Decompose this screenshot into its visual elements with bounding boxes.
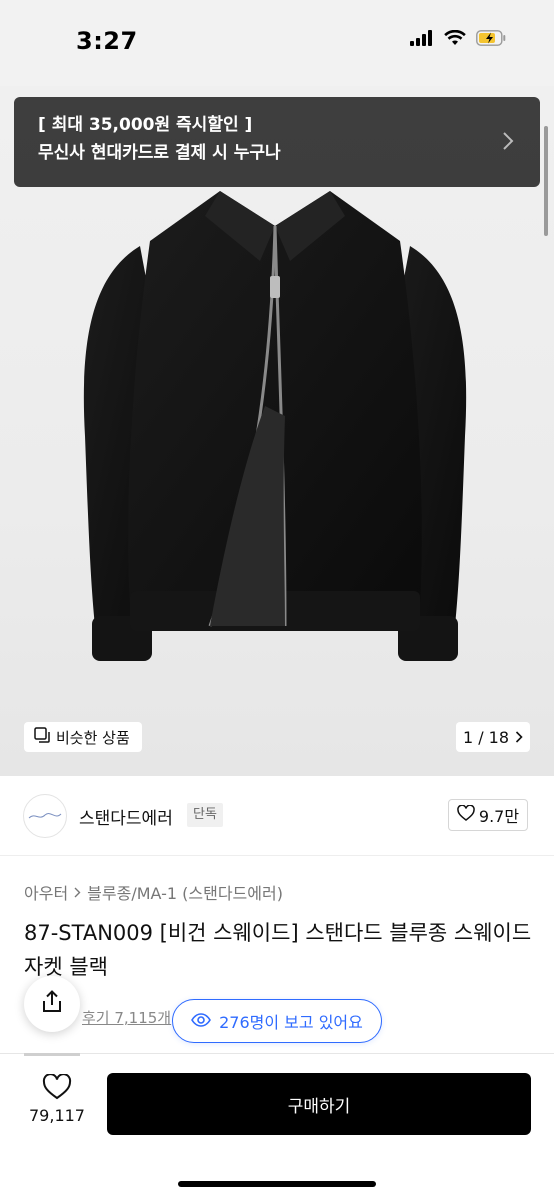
brand-name[interactable]: 스탠다드에러 — [79, 804, 173, 829]
home-indicator[interactable] — [178, 1181, 376, 1187]
brand-logo[interactable] — [23, 794, 67, 838]
wishlist-button[interactable]: 79,117 — [24, 1073, 90, 1125]
heart-icon — [42, 1073, 72, 1104]
status-icons — [410, 29, 506, 50]
promo-banner[interactable]: [ 최대 35,000원 즉시할인 ] 무신사 현대카드로 결제 시 누구나 — [14, 97, 540, 187]
chevron-right-icon — [502, 131, 514, 155]
product-image-jacket — [60, 186, 490, 710]
share-button[interactable] — [24, 976, 80, 1032]
viewers-badge: 276명이 보고 있어요 — [172, 999, 382, 1043]
product-image-gallery[interactable]: [ 최대 35,000원 즉시할인 ] 무신사 현대카드로 결제 시 누구나 비… — [0, 86, 554, 776]
bottom-divider — [0, 1053, 554, 1054]
viewers-text: 276명이 보고 있어요 — [219, 1013, 363, 1032]
similar-products-icon — [34, 727, 50, 747]
breadcrumb-item-subcategory[interactable]: 블루종/MA-1 (스탠다드에러) — [87, 880, 283, 904]
wishlist-count: 79,117 — [29, 1106, 85, 1125]
eye-icon — [191, 1012, 212, 1031]
gallery-page-counter[interactable]: 1 / 18 — [456, 722, 530, 752]
exclusive-badge: 단독 — [187, 803, 223, 827]
similar-products-label: 비슷한 상품 — [56, 728, 130, 747]
product-title: 87-STAN009 [비건 스웨이드] 스탠다드 블루종 스웨이드 자켓 블랙 — [24, 921, 532, 979]
promo-line-2: 무신사 현대카드로 결제 시 누구나 — [38, 143, 281, 163]
status-bar: 3:27 — [0, 0, 554, 86]
bottom-action-bar: 79,117 구매하기 — [0, 1056, 554, 1200]
buy-button[interactable]: 구매하기 — [107, 1073, 531, 1135]
brand-like-count: 9.7만 — [478, 807, 520, 826]
similar-products-button[interactable]: 비슷한 상품 — [24, 722, 142, 752]
review-link[interactable]: 후기 7,115개 — [82, 1007, 171, 1028]
chevron-right-icon — [74, 883, 81, 902]
share-icon — [41, 990, 63, 1018]
battery-charging-icon — [476, 30, 506, 50]
promo-line-1: [ 최대 35,000원 즉시할인 ] — [38, 115, 253, 135]
status-time: 3:27 — [76, 27, 138, 55]
wifi-icon — [444, 29, 466, 50]
chevron-right-icon — [515, 728, 523, 747]
breadcrumb: 아우터 블루종/MA-1 (스탠다드에러) — [24, 880, 283, 904]
signal-icon — [410, 30, 434, 50]
page-counter-text: 1 / 18 — [462, 727, 510, 747]
scroll-indicator — [544, 126, 548, 236]
heart-icon — [457, 804, 475, 825]
breadcrumb-item-category[interactable]: 아우터 — [24, 880, 68, 904]
brand-like-button[interactable]: 9.7만 — [448, 799, 528, 831]
brand-row[interactable]: 스탠다드에러 단독 9.7만 — [0, 776, 554, 856]
